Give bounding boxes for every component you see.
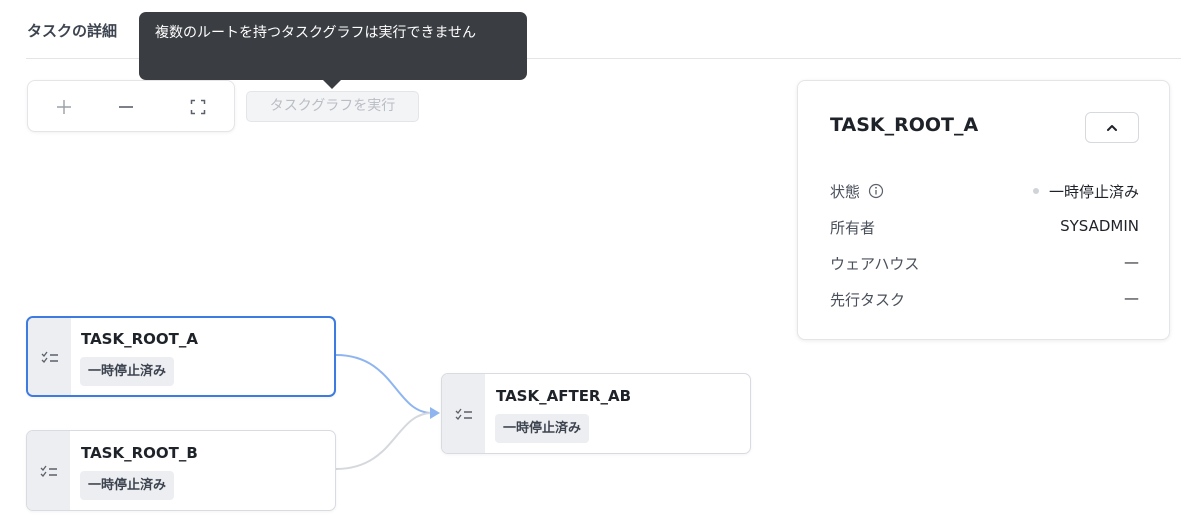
task-list-icon: [455, 408, 472, 420]
task-node-root-a[interactable]: TASK_ROOT_A 一時停止済み: [26, 316, 336, 397]
edge-root-a-to-after-ab: [335, 354, 433, 414]
task-node-after-ab[interactable]: TASK_AFTER_AB 一時停止済み: [441, 373, 751, 454]
node-title: TASK_AFTER_AB: [496, 387, 632, 405]
node-title: TASK_ROOT_B: [81, 444, 198, 462]
edge-arrowhead: [430, 407, 440, 419]
node-title: TASK_ROOT_A: [81, 330, 198, 348]
task-list-icon: [40, 465, 57, 477]
edge-root-b-to-after-ab: [335, 412, 433, 470]
node-status-badge: 一時停止済み: [80, 357, 175, 386]
node-icon-area: [28, 318, 71, 395]
task-list-icon: [41, 351, 58, 363]
node-icon-area: [442, 374, 485, 453]
node-icon-area: [27, 431, 70, 510]
node-status-badge: 一時停止済み: [80, 471, 175, 500]
node-status-badge: 一時停止済み: [495, 414, 590, 443]
task-node-root-b[interactable]: TASK_ROOT_B 一時停止済み: [26, 430, 336, 511]
